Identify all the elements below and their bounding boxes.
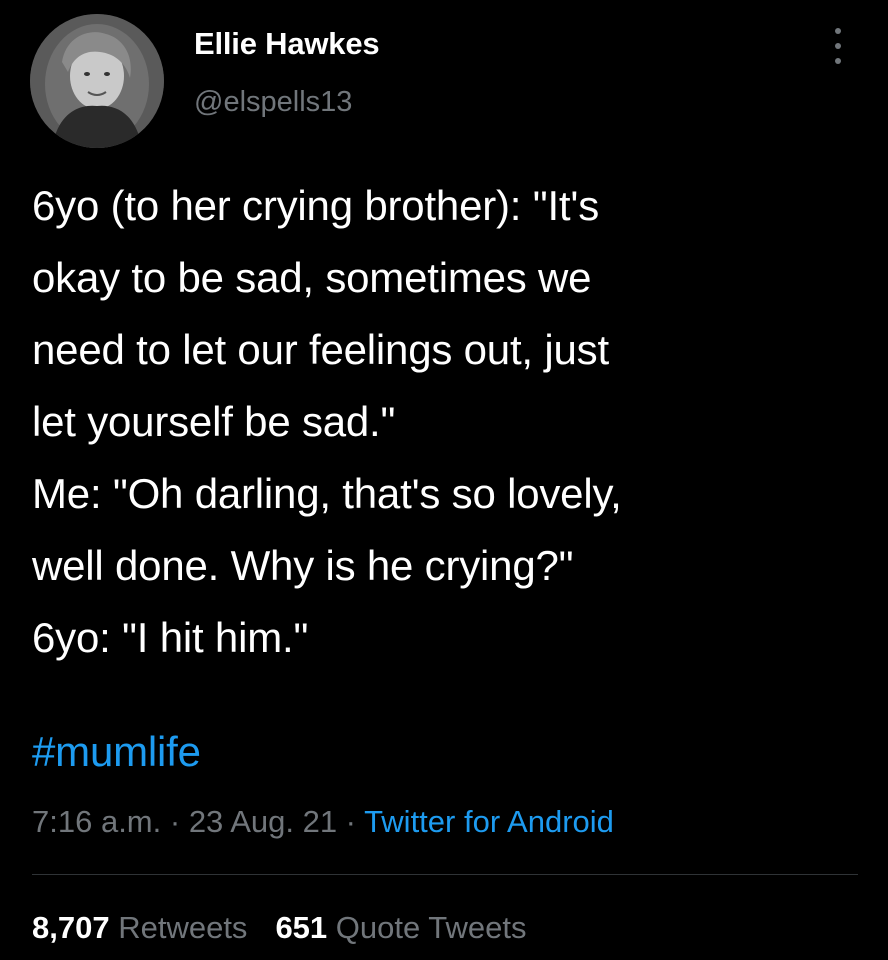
display-name[interactable]: Ellie Hawkes	[194, 26, 380, 62]
meta-separator: ·	[337, 804, 365, 839]
divider	[32, 874, 858, 875]
tweet-time[interactable]: 7:16 a.m.	[32, 804, 161, 839]
tweet-stats: 8,707 Retweets 651 Quote Tweets	[32, 910, 555, 946]
quote-tweets-label: Quote Tweets	[335, 910, 527, 945]
more-icon-dot	[835, 58, 841, 64]
avatar[interactable]	[30, 14, 164, 148]
avatar-photo	[30, 14, 164, 148]
retweets-stat[interactable]: 8,707 Retweets	[32, 910, 247, 945]
more-icon[interactable]	[826, 28, 850, 64]
more-icon-dot	[835, 28, 841, 34]
hashtag-link[interactable]: #mumlife	[32, 728, 201, 776]
retweets-count: 8,707	[32, 910, 110, 945]
retweets-label: Retweets	[118, 910, 248, 945]
more-icon-dot	[835, 43, 841, 49]
tweet-source-link[interactable]: Twitter for Android	[364, 804, 614, 839]
user-handle[interactable]: @elspells13	[194, 86, 352, 119]
quote-tweets-count: 651	[275, 910, 328, 945]
quote-tweets-stat[interactable]: 651 Quote Tweets	[275, 910, 526, 945]
tweet-text: 6yo (to her crying brother): "It's okay …	[32, 182, 622, 661]
meta-separator: ·	[161, 804, 189, 839]
tweet-date[interactable]: 23 Aug. 21	[189, 804, 337, 839]
tweet-meta: 7:16 a.m. · 23 Aug. 21 · Twitter for And…	[32, 804, 614, 840]
